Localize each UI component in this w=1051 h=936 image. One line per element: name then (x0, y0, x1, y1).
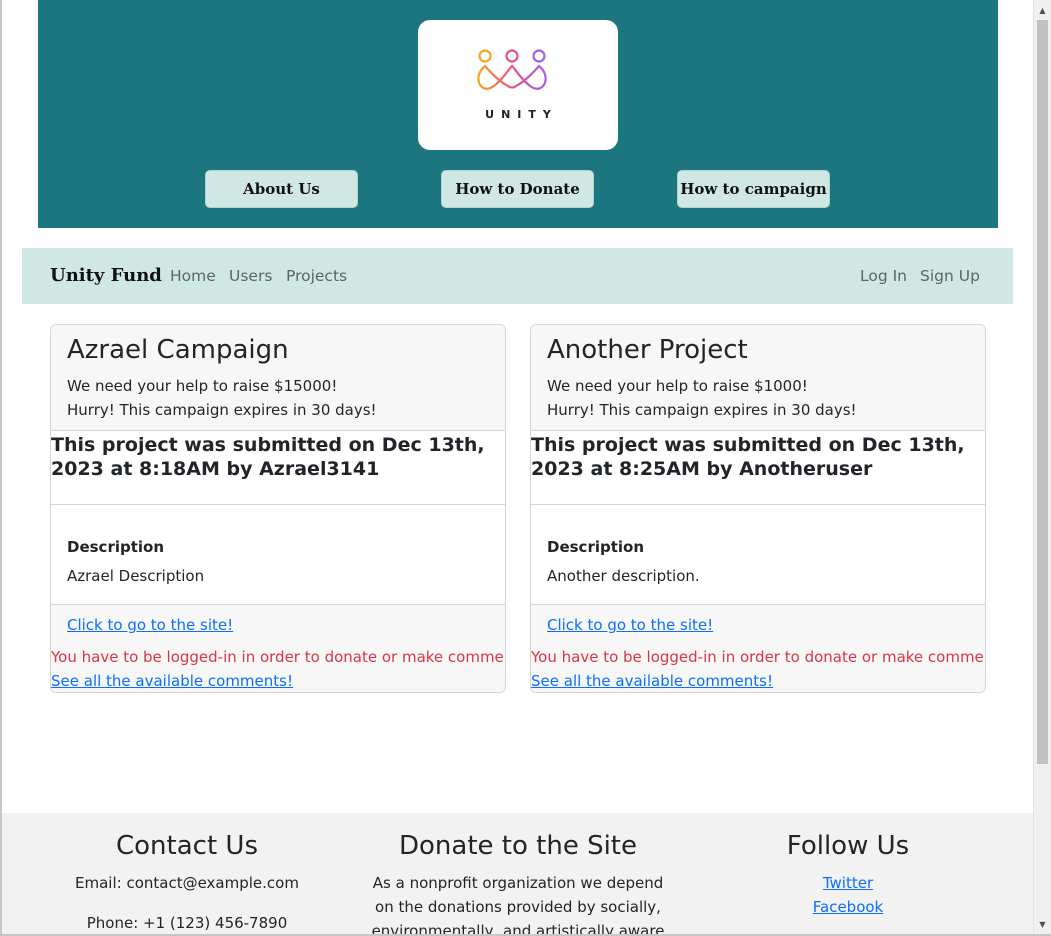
logo[interactable]: UNITY (418, 20, 618, 150)
card-description-label: Description (67, 538, 165, 556)
how-to-donate-button[interactable]: How to Donate (441, 170, 594, 208)
card-footer: Click to go to the site! You have to be … (531, 604, 986, 692)
unity-logo-icon (477, 49, 547, 90)
logo-text: UNITY (485, 108, 558, 121)
card-site-link[interactable]: Click to go to the site! (547, 616, 713, 634)
card-goal: We need your help to raise $15000! (67, 377, 338, 395)
scrollbar-thumb[interactable] (1037, 20, 1048, 764)
card-login-warning: You have to be logged-in in order to don… (531, 648, 986, 666)
scroll-down-arrow-icon[interactable]: ▼ (1034, 918, 1051, 932)
card-description: Azrael Description (67, 567, 205, 585)
card-header: Another Project We need your help to rai… (531, 325, 985, 431)
project-card: Another Project We need your help to rai… (530, 324, 986, 693)
card-submitted-info: This project was submitted on Dec 13th, … (51, 434, 485, 480)
navbar-brand[interactable]: Unity Fund (50, 248, 162, 304)
footer-follow-heading: Follow Us (786, 831, 910, 861)
footer-contact-heading: Contact Us (116, 831, 258, 861)
about-us-button[interactable]: About Us (205, 170, 358, 208)
card-expiry: Hurry! This campaign expires in 30 days! (67, 401, 377, 419)
card-description-label: Description (547, 538, 645, 556)
navbar: Unity Fund Home Users Projects Log In Si… (22, 248, 1013, 304)
card-comments-link[interactable]: See all the available comments! (51, 672, 293, 690)
card-description: Another description. (547, 567, 700, 585)
footer-donate-text: As a nonprofit organization we depend on… (371, 874, 665, 936)
card-divider (51, 504, 505, 505)
card-title: Azrael Campaign (67, 335, 289, 365)
card-footer: Click to go to the site! You have to be … (51, 604, 506, 692)
card-header: Azrael Campaign We need your help to rai… (51, 325, 505, 431)
window-border-left (0, 0, 2, 936)
nav-login[interactable]: Log In (860, 248, 907, 304)
nav-users[interactable]: Users (229, 248, 272, 304)
card-expiry: Hurry! This campaign expires in 30 days! (547, 401, 857, 419)
how-to-campaign-button[interactable]: How to campaign (677, 170, 830, 208)
footer-follow: Follow Us Twitter Facebook (678, 813, 1018, 919)
card-goal: We need your help to raise $1000! (547, 377, 808, 395)
card-login-warning: You have to be logged-in in order to don… (51, 648, 506, 666)
scroll-up-arrow-icon[interactable]: ▲ (1034, 4, 1051, 18)
project-card: Azrael Campaign We need your help to rai… (50, 324, 506, 693)
card-site-link[interactable]: Click to go to the site! (67, 616, 233, 634)
vertical-scrollbar[interactable]: ▲ ▼ (1033, 0, 1051, 936)
footer-phone: Phone: +1 (123) 456-7890 (86, 914, 288, 932)
footer-email: Email: contact@example.com (75, 874, 299, 892)
twitter-link[interactable]: Twitter (678, 871, 1018, 895)
site-footer: Contact Us Email: contact@example.com Ph… (2, 813, 1033, 936)
card-title: Another Project (547, 335, 748, 365)
card-comments-link[interactable]: See all the available comments! (531, 672, 773, 690)
facebook-link[interactable]: Facebook (678, 895, 1018, 919)
footer-donate: Donate to the Site As a nonprofit organi… (348, 813, 688, 936)
card-divider (531, 504, 985, 505)
nav-signup[interactable]: Sign Up (920, 248, 980, 304)
nav-projects[interactable]: Projects (286, 248, 347, 304)
site-header: UNITY About Us How to Donate How to camp… (38, 0, 998, 228)
footer-donate-heading: Donate to the Site (398, 831, 637, 861)
nav-home[interactable]: Home (170, 248, 216, 304)
footer-contact: Contact Us Email: contact@example.com Ph… (17, 813, 357, 935)
card-submitted-info: This project was submitted on Dec 13th, … (531, 434, 965, 480)
